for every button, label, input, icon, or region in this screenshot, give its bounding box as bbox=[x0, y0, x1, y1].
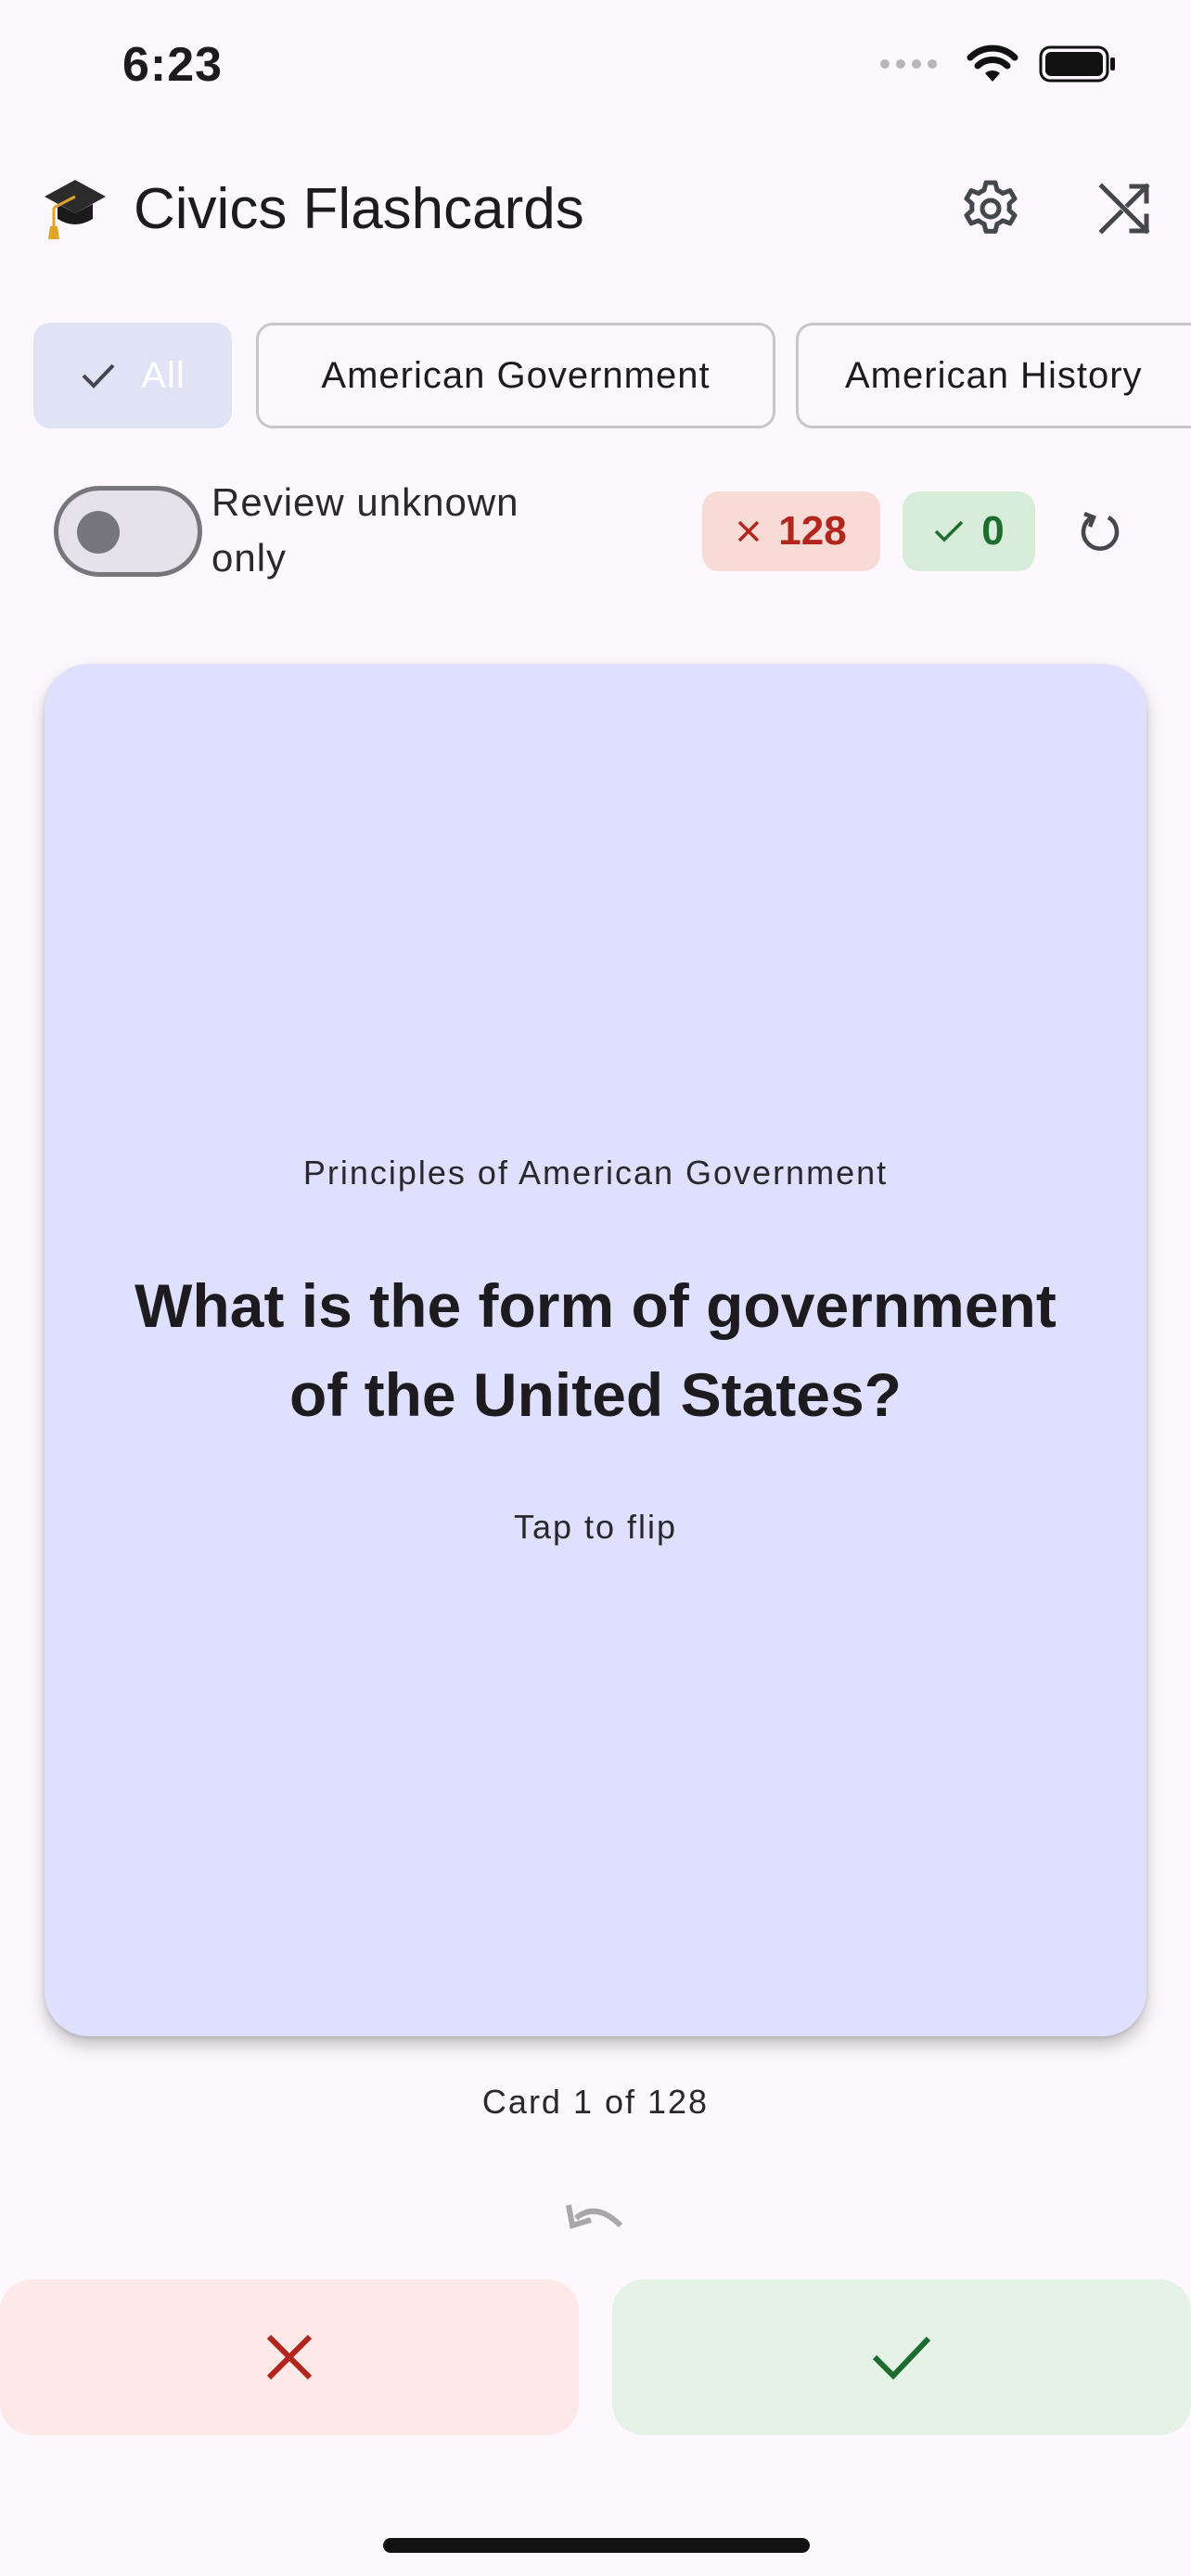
status-time: 6:23 bbox=[122, 38, 224, 92]
home-indicator bbox=[383, 2538, 810, 2553]
card-counter: Card 1 of 128 bbox=[481, 2083, 710, 2121]
review-unknown-label: Review unknown only bbox=[211, 480, 519, 580]
mark-known-button[interactable] bbox=[612, 2279, 1191, 2435]
unknown-count-badge: 128 bbox=[702, 491, 880, 571]
wifi-icon bbox=[967, 45, 1018, 82]
chip-label: All bbox=[141, 354, 186, 396]
reset-progress-button[interactable] bbox=[1065, 496, 1135, 567]
graduation-cap-icon bbox=[45, 180, 106, 239]
check-icon bbox=[872, 2336, 931, 2380]
review-unknown-toggle[interactable] bbox=[54, 486, 202, 577]
app-bar: Civics Flashcards bbox=[0, 167, 1191, 250]
card-category: Principles of American Government bbox=[302, 1154, 889, 1192]
refresh-icon bbox=[1081, 511, 1120, 551]
toggle-knob bbox=[77, 511, 120, 554]
chip-american-history[interactable]: American History bbox=[796, 323, 1191, 428]
shuffle-icon bbox=[1098, 183, 1150, 235]
unknown-count: 128 bbox=[778, 508, 847, 554]
known-count: 0 bbox=[981, 508, 1005, 554]
known-count-badge: 0 bbox=[903, 491, 1035, 571]
close-icon bbox=[266, 2334, 313, 2380]
status-icons bbox=[880, 45, 1117, 83]
card-flip-hint: Tap to flip bbox=[513, 1508, 678, 1546]
chip-all[interactable]: All bbox=[33, 323, 232, 428]
chip-label: American History bbox=[845, 354, 1143, 396]
battery-icon bbox=[1039, 45, 1115, 83]
app-title: Civics Flashcards bbox=[134, 177, 584, 241]
mark-unknown-button[interactable] bbox=[0, 2279, 579, 2435]
close-icon bbox=[738, 520, 760, 542]
gear-icon bbox=[964, 180, 1018, 234]
chip-american-government[interactable]: American Government bbox=[256, 323, 775, 428]
filter-chips: All American Government American History bbox=[33, 323, 1191, 430]
card-question: What is the form of government of the Un… bbox=[134, 1271, 1057, 1429]
chip-label: American Government bbox=[321, 354, 711, 396]
check-icon bbox=[935, 520, 964, 542]
check-icon bbox=[82, 363, 115, 389]
undo-icon bbox=[566, 2204, 623, 2229]
signal-dots-icon bbox=[880, 59, 937, 69]
undo-button[interactable] bbox=[558, 2190, 633, 2246]
settings-button[interactable] bbox=[944, 162, 1037, 255]
shuffle-button[interactable] bbox=[1078, 162, 1171, 255]
